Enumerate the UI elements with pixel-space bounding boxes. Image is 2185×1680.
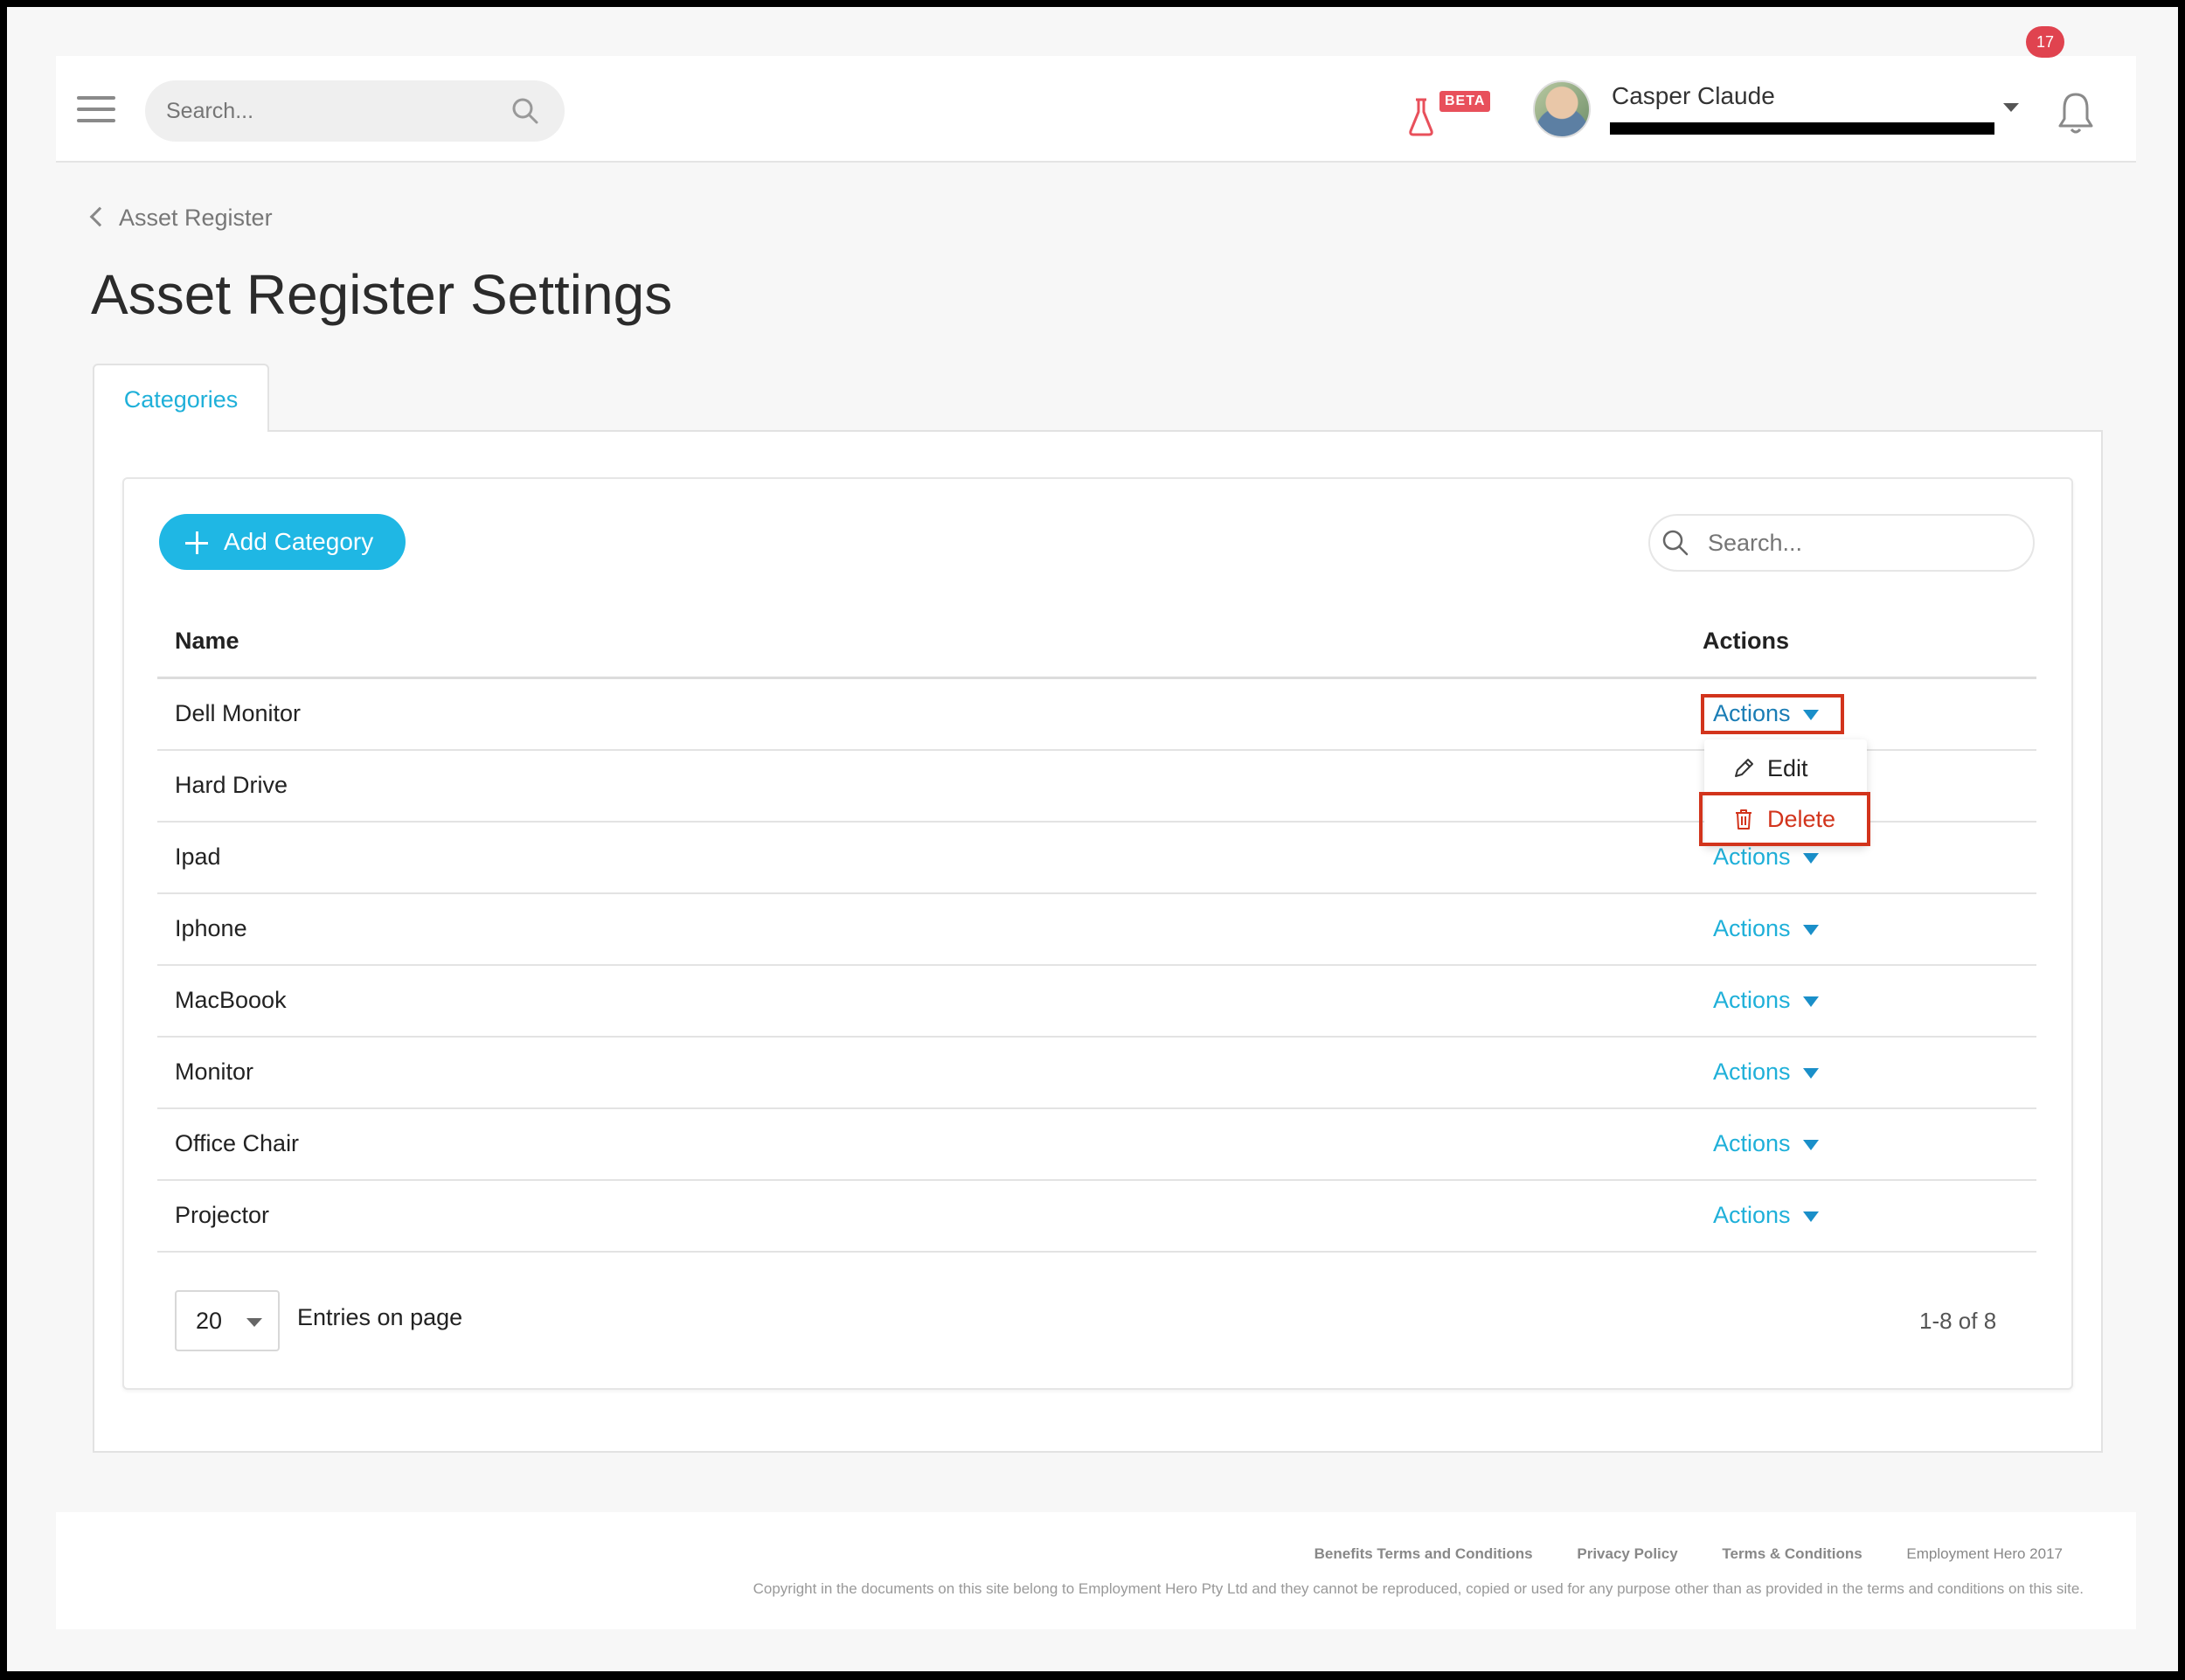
avatar[interactable] bbox=[1533, 80, 1591, 138]
actions-dropdown-toggle[interactable]: Actions bbox=[1713, 1130, 1819, 1157]
edit-menu-item[interactable]: Edit bbox=[1704, 743, 1867, 794]
breadcrumb[interactable]: Asset Register bbox=[89, 205, 273, 232]
caret-down-icon bbox=[1802, 924, 1819, 935]
column-header-name: Name bbox=[175, 628, 239, 654]
add-category-button[interactable]: Add Category bbox=[159, 514, 406, 570]
edit-label: Edit bbox=[1767, 755, 1808, 781]
user-subtitle-redacted bbox=[1610, 122, 1994, 135]
pagination-range: 1-8 of 8 bbox=[1919, 1308, 1997, 1334]
page-title: Asset Register Settings bbox=[91, 263, 673, 326]
entries-label: Entries on page bbox=[297, 1304, 463, 1330]
table-row: Office Chair Actions bbox=[157, 1109, 2036, 1181]
actions-dropdown-toggle[interactable]: Actions bbox=[1713, 915, 1819, 942]
chevron-left-icon bbox=[89, 206, 110, 227]
row-name: Dell Monitor bbox=[175, 700, 302, 726]
entries-per-page-select[interactable]: 20 bbox=[175, 1290, 280, 1351]
breadcrumb-label: Asset Register bbox=[119, 205, 273, 231]
top-bar: BETA Casper Claude bbox=[56, 56, 2136, 163]
search-icon bbox=[1662, 530, 1689, 556]
add-category-label: Add Category bbox=[224, 528, 374, 555]
row-name: MacBoook bbox=[175, 987, 287, 1013]
row-name: Ipad bbox=[175, 843, 221, 870]
actions-dropdown-toggle[interactable]: Actions bbox=[1713, 843, 1819, 871]
table-row: Iphone Actions bbox=[157, 894, 2036, 966]
caret-down-icon bbox=[1802, 1211, 1819, 1222]
delete-menu-item[interactable]: Delete bbox=[1704, 794, 1867, 844]
chevron-down-icon[interactable] bbox=[2003, 103, 2019, 112]
actions-dropdown-toggle[interactable]: Actions bbox=[1713, 1202, 1819, 1229]
footer-link-benefits-terms[interactable]: Benefits Terms and Conditions bbox=[1314, 1545, 1533, 1562]
global-search-input[interactable] bbox=[145, 80, 565, 142]
footer-brand: Employment Hero 2017 bbox=[1906, 1545, 2063, 1562]
footer-links: Benefits Terms and Conditions Privacy Po… bbox=[1274, 1545, 2063, 1563]
row-name: Monitor bbox=[175, 1059, 254, 1085]
beta-badge: BETA bbox=[1439, 91, 1491, 112]
table-row: Projector Actions bbox=[157, 1181, 2036, 1253]
flask-icon bbox=[1409, 98, 1433, 136]
category-search-input[interactable] bbox=[1648, 514, 2035, 572]
column-header-actions: Actions bbox=[1703, 628, 1790, 654]
per-page-value: 20 bbox=[196, 1308, 223, 1334]
row-name: Office Chair bbox=[175, 1130, 300, 1156]
caret-down-icon bbox=[1802, 996, 1819, 1007]
caret-down-icon bbox=[1802, 852, 1819, 864]
plus-icon bbox=[185, 531, 208, 554]
menu-icon[interactable] bbox=[77, 96, 115, 122]
beta-labs-button[interactable]: BETA bbox=[1406, 91, 1494, 136]
footer-link-terms-conditions[interactable]: Terms & Conditions bbox=[1722, 1545, 1862, 1562]
actions-dropdown-toggle[interactable]: Actions bbox=[1713, 987, 1819, 1014]
tab-categories[interactable]: Categories bbox=[93, 364, 269, 432]
actions-dropdown-toggle[interactable]: Actions bbox=[1713, 1059, 1819, 1086]
footer: Benefits Terms and Conditions Privacy Po… bbox=[56, 1512, 2136, 1629]
chevron-down-icon bbox=[246, 1318, 262, 1327]
caret-down-icon bbox=[1802, 1067, 1819, 1079]
caret-down-icon bbox=[1802, 709, 1819, 720]
trash-icon bbox=[1736, 809, 1751, 830]
notification-badge: 17 bbox=[2026, 26, 2064, 58]
bell-icon[interactable] bbox=[2054, 87, 2098, 136]
row-name: Iphone bbox=[175, 915, 247, 941]
row-name: Projector bbox=[175, 1202, 270, 1228]
caret-down-icon bbox=[1802, 1139, 1819, 1150]
footer-link-privacy-policy[interactable]: Privacy Policy bbox=[1577, 1545, 1677, 1562]
search-icon[interactable] bbox=[510, 96, 540, 126]
pencil-icon bbox=[1735, 759, 1753, 777]
footer-copyright: Copyright in the documents on this site … bbox=[753, 1580, 2084, 1597]
app-frame: BETA Casper Claude 17 Asset Register Ass… bbox=[7, 7, 2178, 1671]
actions-menu: Edit Delete bbox=[1704, 739, 1867, 846]
table-row: Monitor Actions bbox=[157, 1038, 2036, 1109]
actions-dropdown-toggle[interactable]: Actions bbox=[1713, 700, 1819, 727]
user-name[interactable]: Casper Claude bbox=[1612, 82, 1775, 110]
row-name: Hard Drive bbox=[175, 772, 288, 798]
table-row: MacBoook Actions bbox=[157, 966, 2036, 1038]
delete-label: Delete bbox=[1767, 806, 1836, 832]
